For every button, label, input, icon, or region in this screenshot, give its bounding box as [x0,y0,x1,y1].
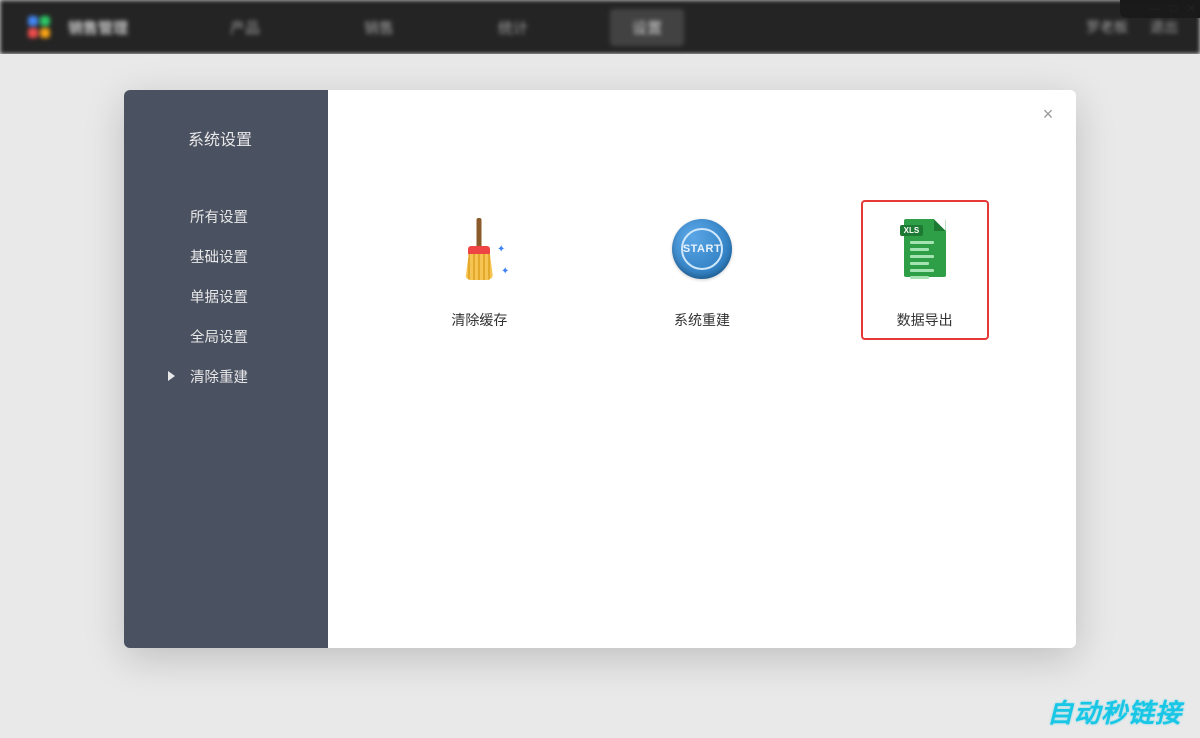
main-navbar: 销售管理 产品 销售 统计 设置 罗老板 退出 [0,0,1200,54]
option-data-export[interactable]: XLS 数据导出 [861,200,989,340]
nav-logout[interactable]: 退出 [1150,17,1178,37]
option-label: 清除缓存 [451,310,507,330]
start-button-icon: START [671,218,733,280]
nav-username[interactable]: 罗老板 [1086,17,1128,37]
settings-modal-title: 系统设置 [124,126,328,150]
modal-close-button[interactable]: × [1038,104,1058,124]
sidebar-item-label: 全局设置 [190,326,248,347]
start-icon-text: START [681,228,723,270]
watermark-text: 自动秒链接 [1047,693,1182,730]
broom-icon: ✦ ✦ [448,218,510,280]
option-system-rebuild[interactable]: START 系统重建 [638,200,766,340]
sidebar-item-label: 清除重建 [190,366,248,387]
sidebar-item-label: 基础设置 [190,246,248,267]
sidebar-item-document-settings[interactable]: 单据设置 [124,276,328,316]
settings-modal: 系统设置 所有设置 基础设置 单据设置 全局设置 清除重建 × [124,90,1076,648]
nav-item-sales[interactable]: 销售 [342,9,416,46]
option-label: 数据导出 [897,310,953,330]
option-label: 系统重建 [674,310,730,330]
settings-sidebar: 系统设置 所有设置 基础设置 单据设置 全局设置 清除重建 [124,90,328,648]
xls-file-icon: XLS [894,218,956,280]
settings-options-row: ✦ ✦ 清除缓存 START 系统重建 [328,90,1076,340]
sidebar-item-label: 单据设置 [190,286,248,307]
option-clear-cache[interactable]: ✦ ✦ 清除缓存 [415,200,543,340]
sidebar-item-global-settings[interactable]: 全局设置 [124,316,328,356]
xls-badge-text: XLS [900,225,924,236]
nav-item-stats[interactable]: 统计 [476,9,550,46]
triangle-play-icon [168,371,175,381]
settings-modal-content: × ✦ ✦ 清除缓存 START [328,90,1076,648]
sidebar-item-all-settings[interactable]: 所有设置 [124,196,328,236]
app-logo-icon [28,16,50,38]
app-brand: 销售管理 [68,17,128,38]
sidebar-item-label: 所有设置 [190,206,248,227]
sidebar-item-clear-rebuild[interactable]: 清除重建 [124,356,328,396]
nav-item-settings[interactable]: 设置 [610,9,684,46]
nav-item-products[interactable]: 产品 [208,9,282,46]
sidebar-item-basic-settings[interactable]: 基础设置 [124,236,328,276]
